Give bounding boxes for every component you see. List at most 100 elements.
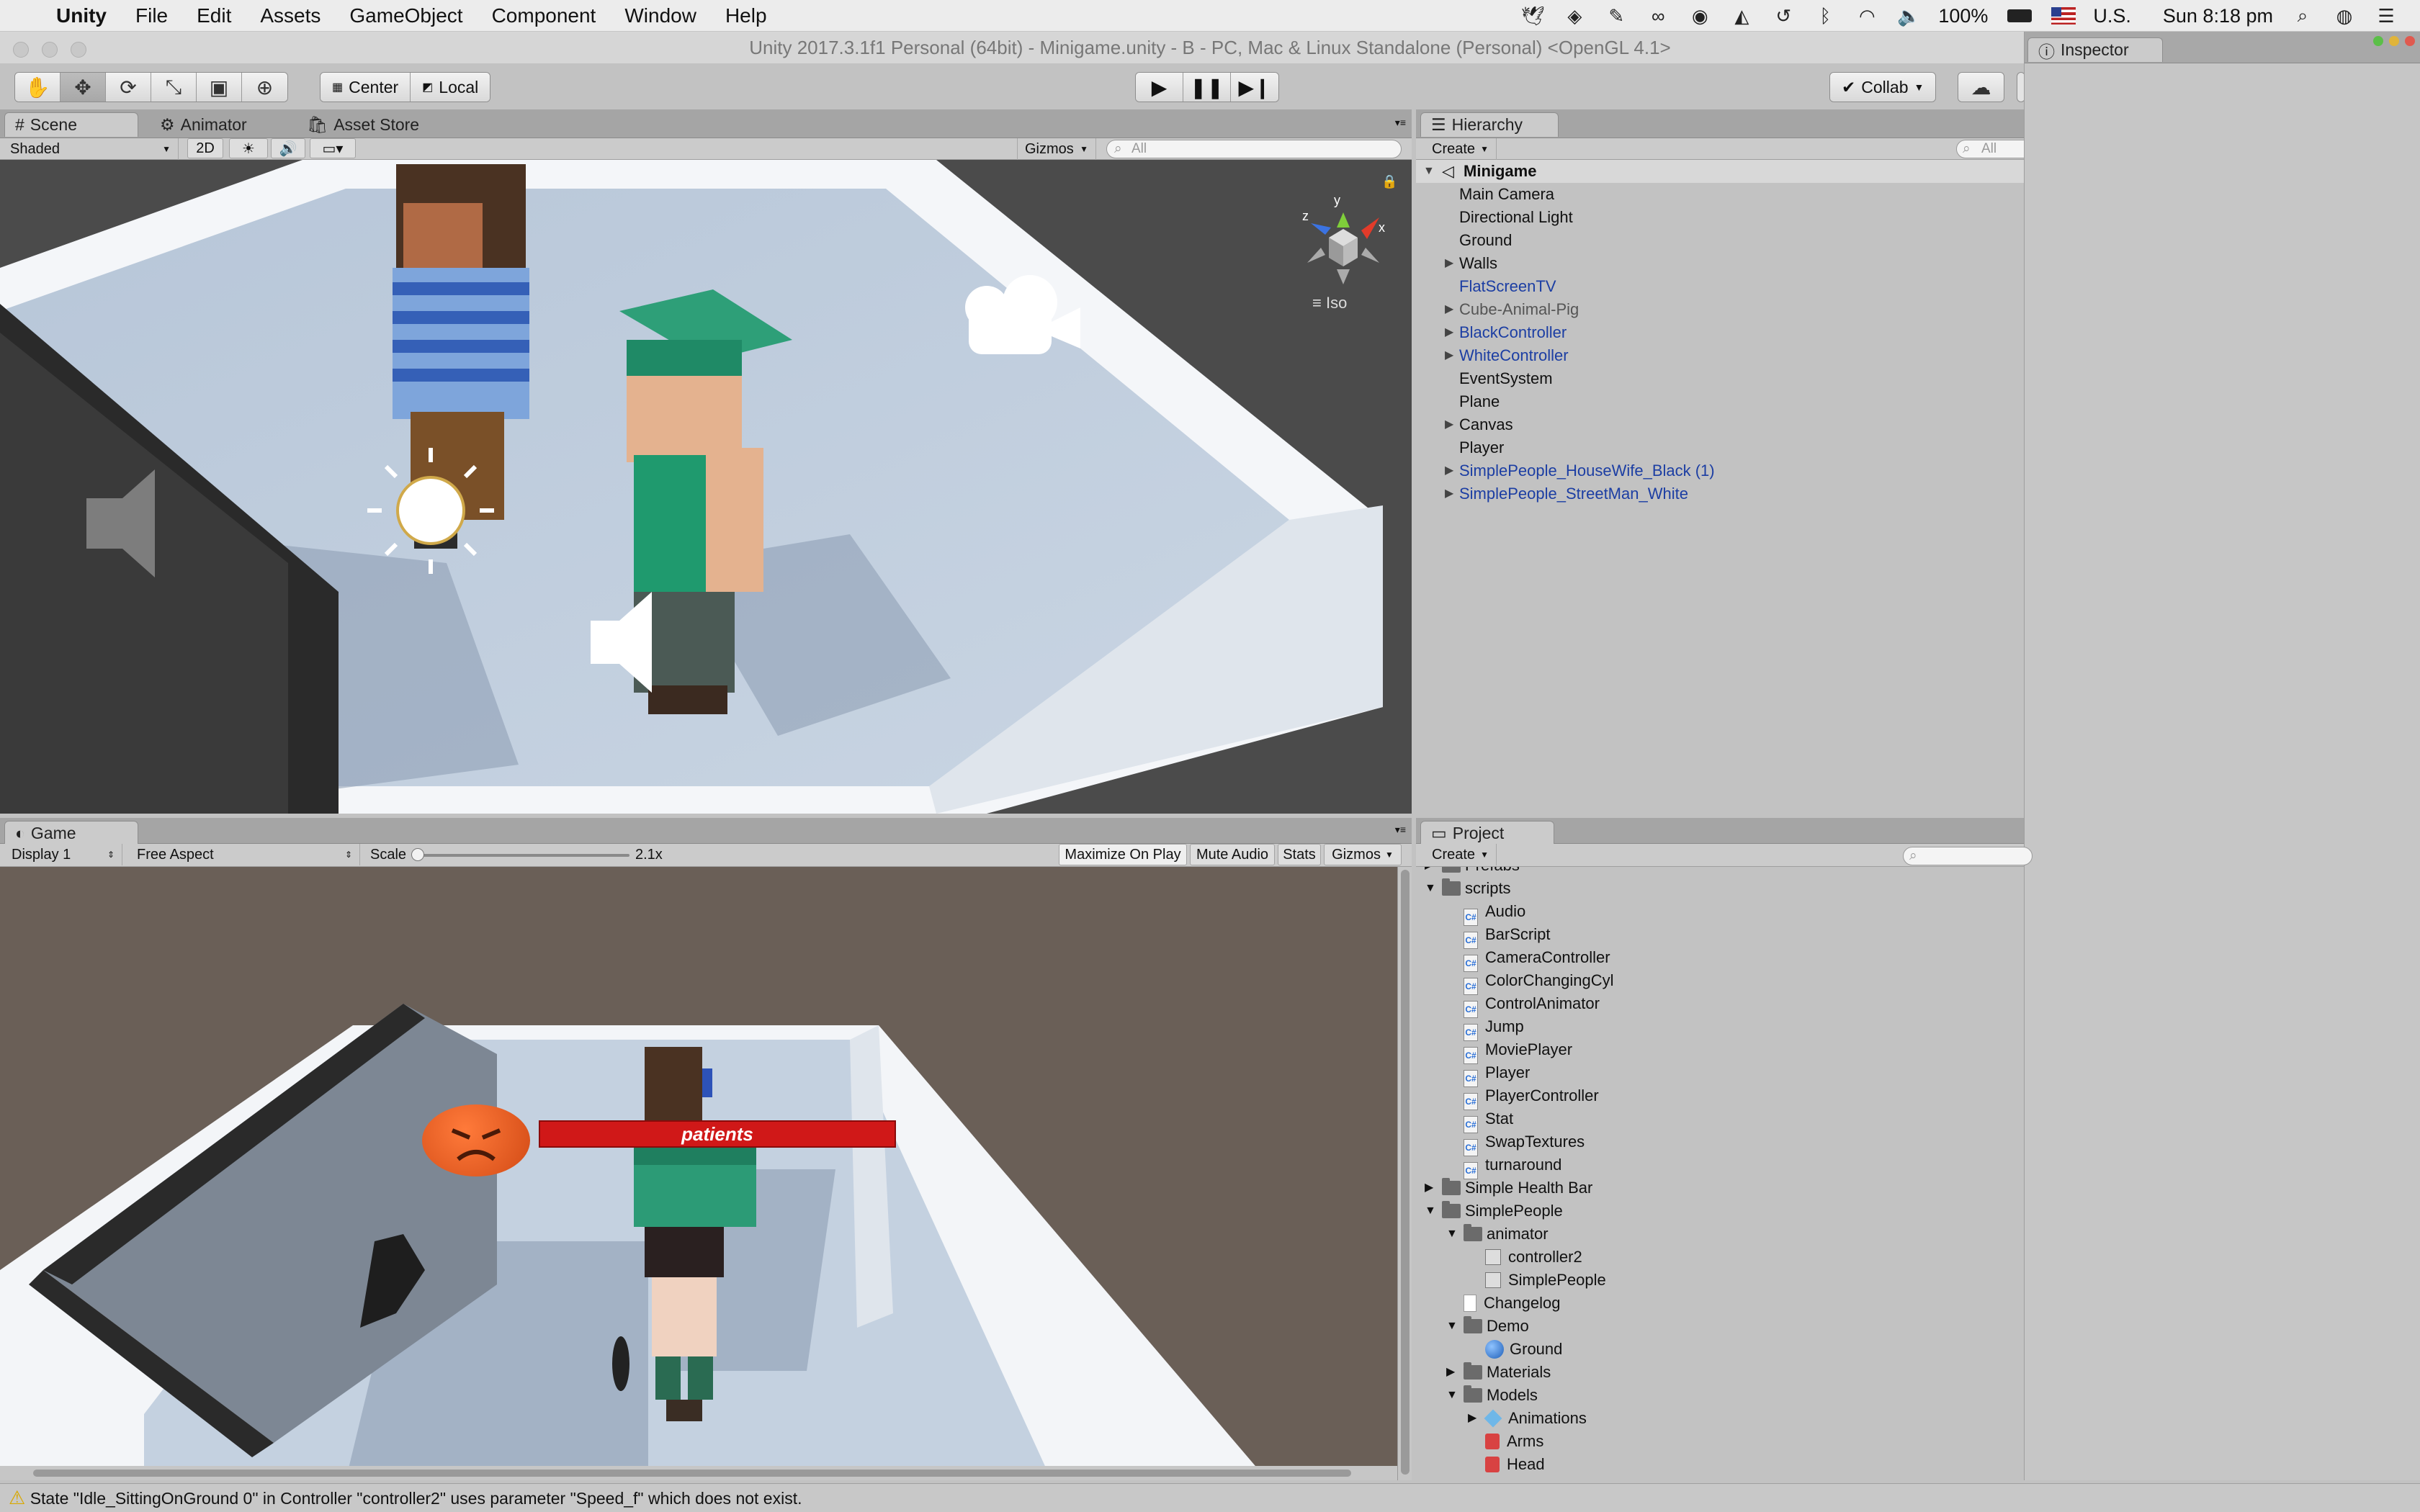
close-window-button[interactable] [13, 42, 29, 58]
siri-icon[interactable]: ◍ [2332, 5, 2357, 27]
menu-edit[interactable]: Edit [197, 4, 231, 27]
project-item[interactable]: C# MoviePlayer [1416, 1038, 2024, 1064]
pivot-local-button[interactable]: ◩ Local [411, 73, 490, 102]
bird-icon[interactable]: 🕊 [1520, 5, 1545, 27]
project-item[interactable]: ▶ Materials [1416, 1361, 2024, 1384]
project-create-dropdown[interactable]: Create ▼ [1425, 844, 1497, 865]
project-item[interactable]: C# Player [1416, 1061, 2024, 1087]
lock-icon[interactable]: 🔒 [1381, 174, 1397, 189]
project-search-input[interactable]: ⌕ [1903, 847, 2033, 865]
hierarchy-item[interactable]: Directional Light [1416, 206, 2024, 229]
orientation-gizmo[interactable]: y x z [1289, 180, 1397, 302]
project-item[interactable]: ▼ Demo [1416, 1315, 2024, 1338]
pause-button[interactable]: ❚❚ [1183, 73, 1231, 102]
project-item[interactable]: Changelog [1416, 1292, 2024, 1315]
2d-toggle-button[interactable]: 2D [187, 138, 223, 158]
panel-menu-icon[interactable]: ▾≡ [1395, 117, 1406, 129]
scale-tool-icon[interactable]: ⤡ [151, 73, 197, 102]
hierarchy-item[interactable]: Plane [1416, 390, 2024, 413]
tab-project[interactable]: ▭ Project [1420, 821, 1554, 845]
scene-viewport[interactable]: y x z 🔒 ≡ Iso [0, 160, 1412, 814]
stats-button[interactable]: Stats [1278, 844, 1321, 865]
expand-arrow-icon[interactable]: ▼ [1425, 1200, 1436, 1223]
project-item[interactable]: C# ColorChangingCyl [1416, 969, 2024, 995]
zoom-window-button[interactable] [71, 42, 86, 58]
hand-tool-icon[interactable]: ✋ [15, 73, 60, 102]
shading-mode-dropdown[interactable]: Shaded ▼ [3, 138, 179, 160]
hierarchy-item[interactable]: ▶ Canvas [1416, 413, 2024, 436]
spotlight-search-icon[interactable]: ⌕ [2290, 4, 2315, 27]
minimize-window-button[interactable] [42, 42, 58, 58]
project-item[interactable]: ▼ Models [1416, 1384, 2024, 1407]
play-button[interactable]: ▶ [1136, 73, 1183, 102]
project-item[interactable]: ▶ Animations [1416, 1407, 2024, 1430]
tab-game[interactable]: ◐ Game [4, 821, 138, 845]
scene-gizmos-dropdown[interactable]: Gizmos ▼ [1017, 138, 1096, 160]
bluetooth-icon[interactable]: ᛒ [1813, 5, 1837, 27]
game-gizmos-button[interactable]: Gizmos ▼ [1324, 844, 1402, 865]
transform-tool-icon[interactable]: ⊕ [242, 73, 287, 102]
project-item[interactable]: SimplePeople [1416, 1269, 2024, 1292]
hierarchy-item[interactable]: ▶ Cube-Animal-Pig [1416, 298, 2024, 321]
hierarchy-item[interactable]: ▶ SimplePeople_StreetMan_White [1416, 482, 2024, 505]
rotate-tool-icon[interactable]: ⟳ [106, 73, 151, 102]
expand-arrow-icon[interactable]: ▶ [1468, 1407, 1476, 1430]
window-control-icon[interactable] [2373, 36, 2383, 46]
project-item[interactable]: ▶ Simple Health Bar [1416, 1176, 2024, 1200]
project-item[interactable]: C# ControlAnimator [1416, 992, 2024, 1018]
menu-window[interactable]: Window [624, 4, 696, 27]
hierarchy-item[interactable]: ▶ SimplePeople_HouseWife_Black (1) [1416, 459, 2024, 482]
hierarchy-item[interactable]: ▶ Walls [1416, 252, 2024, 275]
expand-arrow-icon[interactable]: ▶ [1425, 1176, 1433, 1200]
input-source-label[interactable]: U.S. [2093, 5, 2131, 27]
tab-scene[interactable]: # Scene [4, 112, 138, 137]
notification-center-icon[interactable]: ☰ [2374, 5, 2398, 27]
cloud-icon[interactable]: ☁ [1958, 73, 2004, 102]
scrollbar-thumb[interactable] [1401, 870, 1410, 1475]
screenshot-icon[interactable]: ◉ [1688, 5, 1712, 27]
menu-gameobject[interactable]: GameObject [349, 4, 462, 27]
creative-cloud-icon[interactable]: ∞ [1646, 5, 1670, 27]
game-viewport[interactable]: patients [0, 867, 1397, 1480]
pivot-center-button[interactable]: ▦ Center [321, 73, 411, 102]
expand-arrow-icon[interactable]: ▶ [1446, 1361, 1455, 1384]
expand-arrow-icon[interactable]: ▼ [1446, 1315, 1458, 1338]
rect-tool-icon[interactable]: ▣ [197, 73, 242, 102]
collab-button[interactable]: ✔ Collab ▼ [1830, 73, 1936, 102]
menu-help[interactable]: Help [725, 4, 767, 27]
expand-arrow-icon[interactable]: ▶ [1445, 482, 1453, 505]
scale-slider-handle[interactable] [411, 848, 424, 861]
project-item[interactable]: Head [1416, 1453, 2024, 1476]
maximize-on-play-button[interactable]: Maximize On Play [1059, 844, 1187, 865]
game-vertical-scrollbar[interactable] [1397, 867, 1412, 1480]
scale-slider[interactable] [411, 848, 629, 861]
tab-asset-store[interactable]: 🛍 Asset Store [297, 112, 429, 137]
hierarchy-item[interactable]: Main Camera [1416, 183, 2024, 206]
scene-lighting-icon[interactable]: ☀ [229, 138, 268, 158]
project-item[interactable]: C# CameraController [1416, 946, 2024, 972]
iso-view-label[interactable]: ≡ Iso [1312, 294, 1347, 312]
expand-arrow-icon[interactable]: ▶ [1445, 413, 1453, 436]
hierarchy-item[interactable]: FlatScreenTV [1416, 275, 2024, 298]
battery-icon[interactable] [2005, 5, 2034, 27]
expand-arrow-icon[interactable]: ▼ [1446, 1223, 1458, 1246]
project-item[interactable]: Ground [1416, 1338, 2024, 1361]
move-tool-icon[interactable]: ✥ [60, 73, 106, 102]
expand-arrow-icon[interactable]: ▶ [1445, 298, 1453, 321]
evernote-icon[interactable]: ✎ [1604, 5, 1628, 27]
window-control-icon[interactable] [2405, 36, 2415, 46]
us-flag-icon[interactable] [2051, 7, 2076, 24]
project-item[interactable]: ▼ SimplePeople [1416, 1200, 2024, 1223]
project-item[interactable]: ▼ animator [1416, 1223, 2024, 1246]
expand-arrow-icon[interactable]: ▼ [1423, 160, 1435, 183]
game-horizontal-scrollbar[interactable] [0, 1466, 1397, 1480]
scene-search-input[interactable]: ⌕ All [1106, 140, 1402, 158]
console-status-bar[interactable]: ⚠ State "Idle_SittingOnGround 0" in Cont… [0, 1483, 2420, 1512]
project-item[interactable]: C# Audio [1416, 900, 2024, 926]
expand-arrow-icon[interactable]: ▶ [1445, 344, 1453, 367]
expand-arrow-icon[interactable]: ▼ [1446, 1384, 1458, 1407]
window-control-icon[interactable] [2389, 36, 2399, 46]
mute-audio-button[interactable]: Mute Audio [1190, 844, 1275, 865]
project-item[interactable]: C# PlayerController [1416, 1084, 2024, 1110]
expand-arrow-icon[interactable]: ▶ [1445, 321, 1453, 344]
